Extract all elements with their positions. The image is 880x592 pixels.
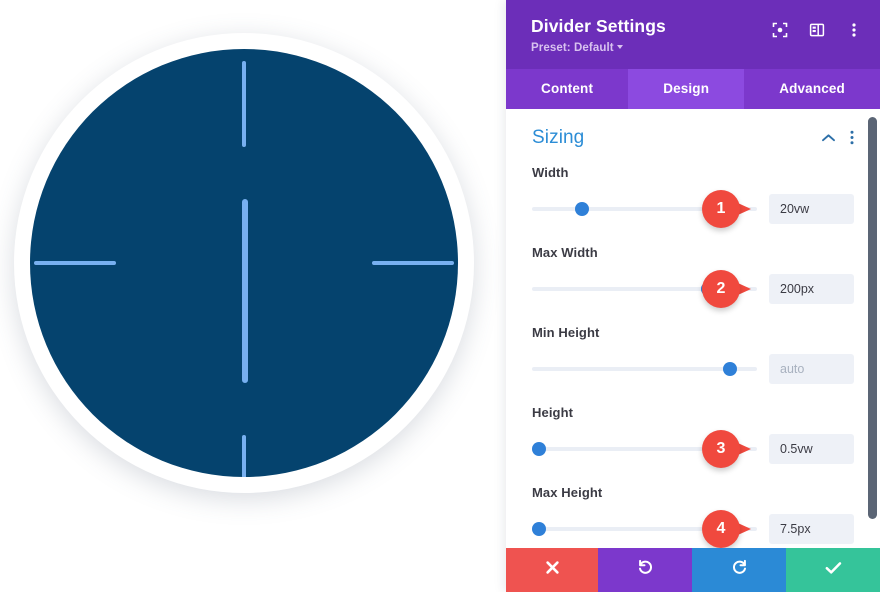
input-max-height[interactable] <box>769 513 854 544</box>
slider-knob-height[interactable] <box>531 441 546 456</box>
cancel-button[interactable] <box>506 548 598 592</box>
field-label-height: Height <box>532 404 574 420</box>
undo-icon <box>637 559 654 581</box>
divider-horizontal-right <box>372 261 454 265</box>
section-title: Sizing <box>532 126 585 148</box>
input-height[interactable] <box>769 433 854 464</box>
panel-action-bar <box>506 548 880 592</box>
slider-knob-max-width[interactable] <box>700 281 715 296</box>
field-height: Height 3 <box>531 404 854 468</box>
input-width[interactable] <box>769 193 854 224</box>
field-label-min-height: Min Height <box>532 324 600 340</box>
divider-circle-graphic <box>14 33 474 493</box>
panel-settings-body: Sizing Width 1 20vw Max Width 2 200px Mi… <box>506 108 880 548</box>
preset-selector[interactable]: Preset: Default <box>531 42 623 54</box>
check-icon <box>825 561 842 580</box>
divider-horizontal-left <box>34 261 116 265</box>
chevron-up-icon[interactable] <box>821 133 836 143</box>
divider-vertical-center <box>242 199 248 383</box>
save-button[interactable] <box>786 548 880 592</box>
redo-button[interactable] <box>692 548 786 592</box>
slider-track-height <box>532 446 757 451</box>
slider-knob-width[interactable] <box>574 201 589 216</box>
preset-label: Preset: Default <box>531 41 614 54</box>
close-icon <box>545 560 560 580</box>
slider-width[interactable] <box>532 201 757 217</box>
field-label-max-width: Max Width <box>532 244 598 260</box>
divider-settings-panel: Divider Settings Preset: Default Content… <box>506 0 880 592</box>
layout-icon[interactable] <box>808 21 825 38</box>
field-width: Width 1 <box>532 164 854 228</box>
circle-inner-fill <box>30 49 458 477</box>
slider-max-width[interactable] <box>532 281 757 297</box>
focus-icon[interactable] <box>771 21 788 38</box>
input-max-width[interactable] <box>769 273 854 304</box>
field-min-height: Min Height <box>532 325 854 384</box>
app-screen: Divider Settings Preset: Default Content… <box>0 0 880 592</box>
undo-button[interactable] <box>598 548 692 592</box>
slider-knob-min-height[interactable] <box>723 361 737 376</box>
tab-advanced[interactable]: Advanced <box>744 69 880 109</box>
slider-min-height[interactable] <box>532 361 757 377</box>
section-more-vertical-icon[interactable] <box>850 130 854 145</box>
divider-vertical-top <box>242 61 246 147</box>
field-max-width: Max Width 2 <box>532 244 854 308</box>
page-preview-canvas <box>0 0 506 592</box>
panel-header: Divider Settings Preset: Default <box>506 0 880 69</box>
slider-track-max-width <box>532 286 757 291</box>
slider-height[interactable] <box>531 441 757 457</box>
panel-tabs: Content Design Advanced <box>506 68 880 109</box>
slider-track-width <box>532 206 757 211</box>
field-label-width: Width <box>532 164 569 180</box>
redo-icon <box>731 559 748 581</box>
slider-max-height[interactable] <box>531 521 757 537</box>
more-vertical-icon[interactable] <box>845 21 862 38</box>
panel-header-icons <box>771 21 862 38</box>
tab-design[interactable]: Design <box>628 68 745 109</box>
field-label-max-height: Max Height <box>532 484 603 500</box>
slider-knob-max-height[interactable] <box>531 521 546 536</box>
input-min-height[interactable] <box>769 353 854 384</box>
slider-track-max-height <box>532 526 757 531</box>
tab-content[interactable]: Content <box>506 69 628 109</box>
chevron-down-icon <box>616 44 623 49</box>
sizing-section-header: Sizing <box>532 127 854 149</box>
panel-scrollbar-thumb[interactable] <box>868 116 877 519</box>
field-max-height: Max Height 4 <box>531 484 854 548</box>
divider-vertical-bottom <box>242 435 246 477</box>
